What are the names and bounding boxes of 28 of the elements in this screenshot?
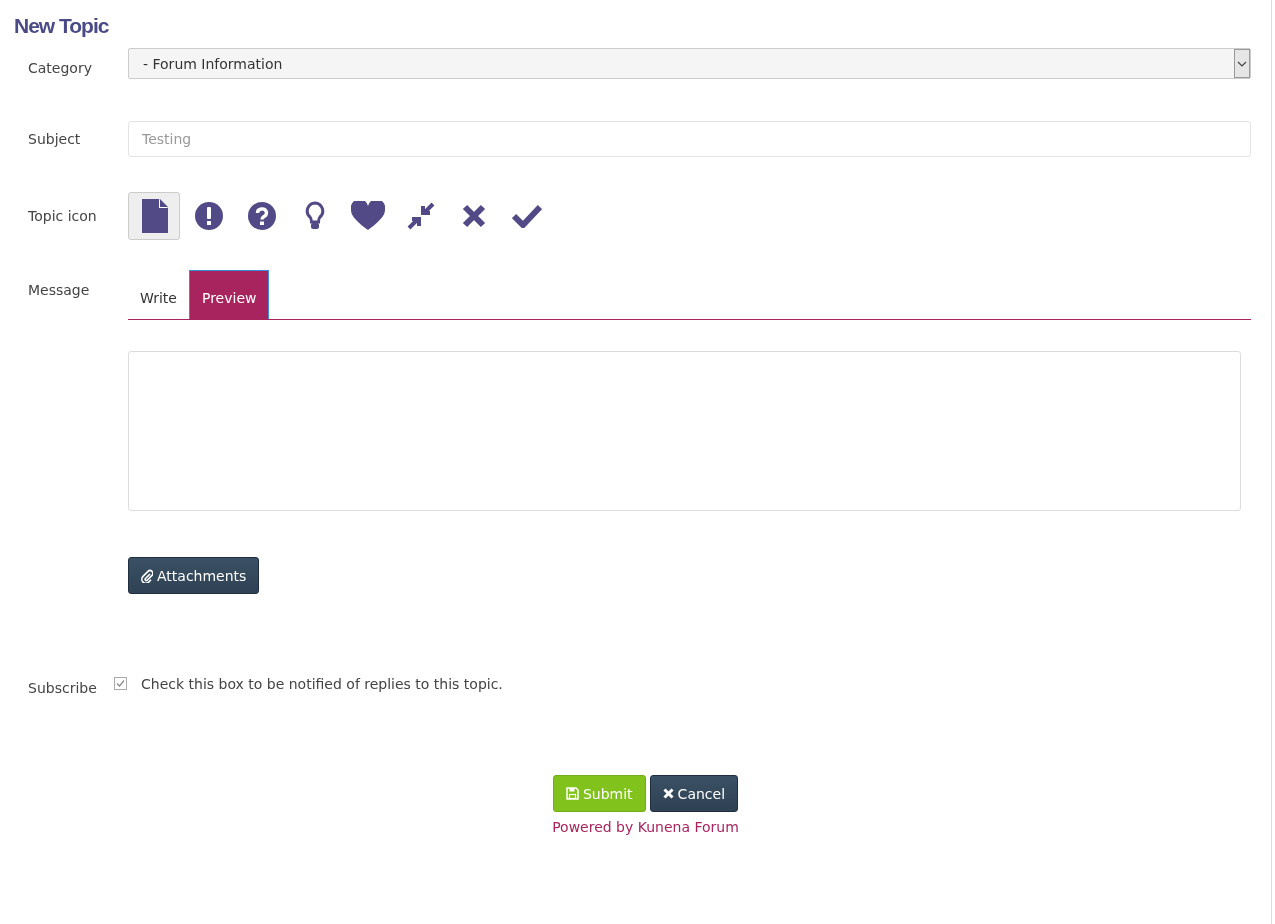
editor-tab[interactable]: Write	[128, 270, 189, 319]
cancel-button[interactable]: Cancel	[649, 775, 739, 812]
close-icon	[461, 204, 486, 228]
field-label: Message	[27, 281, 91, 298]
caret-icon	[1234, 49, 1250, 78]
topic-icon-option[interactable]	[128, 192, 180, 240]
file-icon	[140, 199, 168, 233]
field-label: Topic icon	[27, 208, 98, 224]
close-icon	[662, 788, 674, 799]
field-label: Subscribe	[27, 679, 98, 696]
field-label: Category	[27, 59, 93, 76]
field-label: Subject	[27, 130, 82, 147]
powered-by-link[interactable]: Powered by Kunena Forum	[552, 819, 739, 835]
editor-tab[interactable]: Preview	[188, 270, 270, 319]
page-title: New Topic	[14, 14, 110, 38]
subscribe-checkbox[interactable]	[114, 677, 127, 690]
save-icon	[565, 787, 579, 800]
compress-icon	[406, 202, 435, 230]
heart-icon	[350, 201, 385, 231]
category-select[interactable]: - Forum Information	[128, 48, 1251, 79]
check-icon	[511, 204, 542, 228]
paperclip-icon	[141, 568, 153, 583]
subscribe-text: Check this box to be notified of replies to this topic.	[141, 676, 503, 692]
subject-input[interactable]: Testing	[128, 121, 1251, 157]
attachments-button[interactable]: Attachments	[128, 557, 260, 594]
exclamation-icon	[194, 202, 223, 230]
lightbulb-icon	[304, 201, 325, 231]
question-icon	[247, 202, 276, 230]
